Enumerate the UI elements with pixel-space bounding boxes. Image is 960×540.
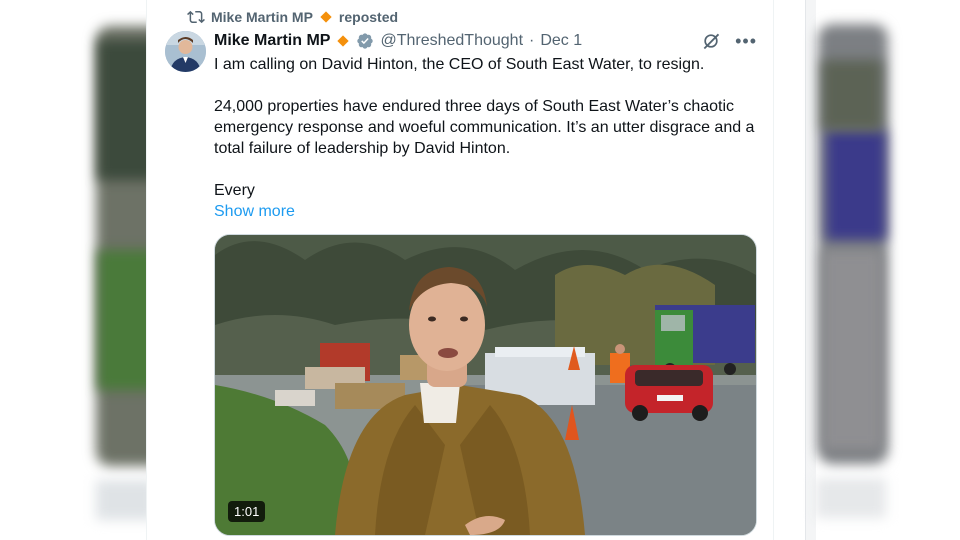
video-player[interactable]: 1:01	[214, 234, 757, 536]
author-handle[interactable]: @ThreshedThought	[380, 32, 523, 50]
tweet-text: I am calling on David Hinton, the CEO of…	[214, 54, 759, 222]
tweet-actions-top: •••	[701, 31, 757, 51]
show-more-link[interactable]: Show more	[214, 201, 759, 222]
more-options-icon[interactable]: •••	[735, 32, 757, 50]
blurred-background-left	[0, 0, 146, 540]
video-thumbnail	[215, 235, 756, 535]
grok-icon[interactable]	[701, 31, 721, 51]
repost-icon	[187, 8, 205, 26]
tweet-date[interactable]: Dec 1	[540, 32, 582, 50]
separator-dot: ·	[529, 32, 535, 49]
orange-diamond-icon	[320, 11, 332, 23]
tweet-header: Mike Martin MP @ThreshedThought · Dec 1	[214, 30, 582, 52]
video-duration: 1:01	[228, 501, 266, 522]
orange-diamond-icon	[337, 35, 350, 47]
repost-label: reposted	[338, 9, 399, 25]
author-name[interactable]: Mike Martin MP	[214, 32, 330, 50]
tweet-paragraph: I am calling on David Hinton, the CEO of…	[214, 56, 705, 73]
verified-badge-icon	[356, 32, 374, 50]
repost-author[interactable]: Mike Martin MP	[211, 9, 313, 25]
blurred-background-right	[772, 0, 960, 540]
tweet-paragraph: Every	[214, 182, 255, 199]
tweet-card[interactable]: Mike Martin MP reposted Mike Martin MP @…	[146, 0, 774, 540]
avatar[interactable]	[165, 31, 206, 72]
repost-indicator: Mike Martin MP reposted	[187, 7, 398, 27]
tweet-paragraph: 24,000 properties have endured three day…	[214, 98, 755, 157]
